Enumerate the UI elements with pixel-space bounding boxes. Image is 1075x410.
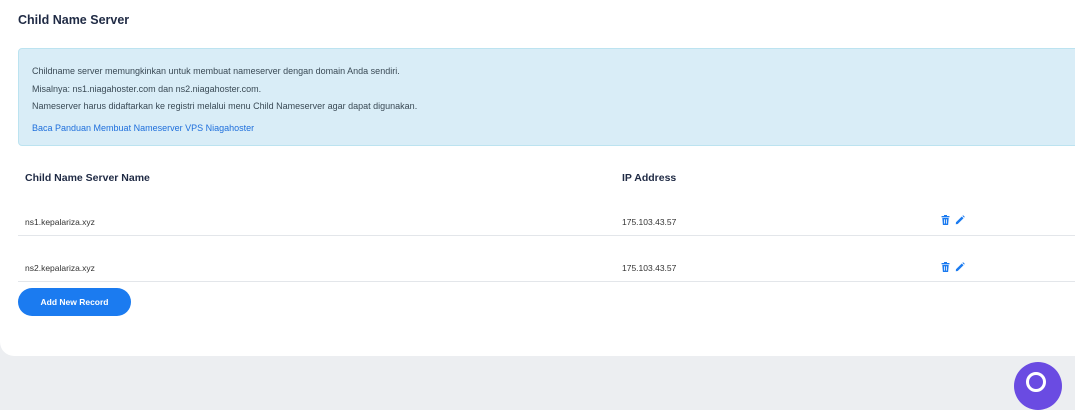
pencil-icon[interactable] <box>955 215 965 225</box>
pencil-icon[interactable] <box>955 262 965 272</box>
column-header-name: Child Name Server Name <box>25 172 150 184</box>
row-divider <box>18 235 1075 236</box>
section-title: Child Name Server <box>18 13 130 27</box>
info-line-1: Childname server memungkinkan untuk memb… <box>32 66 400 76</box>
row-divider <box>18 281 1075 282</box>
column-header-ip: IP Address <box>622 172 677 184</box>
row-ip: 175.103.43.57 <box>622 263 677 273</box>
chat-button[interactable] <box>1014 362 1062 410</box>
child-name-server-card: Child Name Server Childname server memun… <box>0 0 1075 356</box>
chat-icon <box>1026 372 1046 392</box>
trash-icon[interactable] <box>941 215 950 225</box>
info-line-3: Nameserver harus didaftarkan ke registri… <box>32 101 418 111</box>
guide-link[interactable]: Baca Panduan Membuat Nameserver VPS Niag… <box>32 120 254 138</box>
trash-icon[interactable] <box>941 262 950 272</box>
row-name: ns2.kepalariza.xyz <box>25 263 95 273</box>
info-alert: Childname server memungkinkan untuk memb… <box>18 48 1075 146</box>
row-name: ns1.kepalariza.xyz <box>25 217 95 227</box>
row-actions <box>941 262 965 272</box>
add-new-record-button[interactable]: Add New Record <box>18 288 131 316</box>
info-line-2: Misalnya: ns1.niagahoster.com dan ns2.ni… <box>32 83 262 94</box>
row-ip: 175.103.43.57 <box>622 217 677 227</box>
row-actions <box>941 215 965 225</box>
